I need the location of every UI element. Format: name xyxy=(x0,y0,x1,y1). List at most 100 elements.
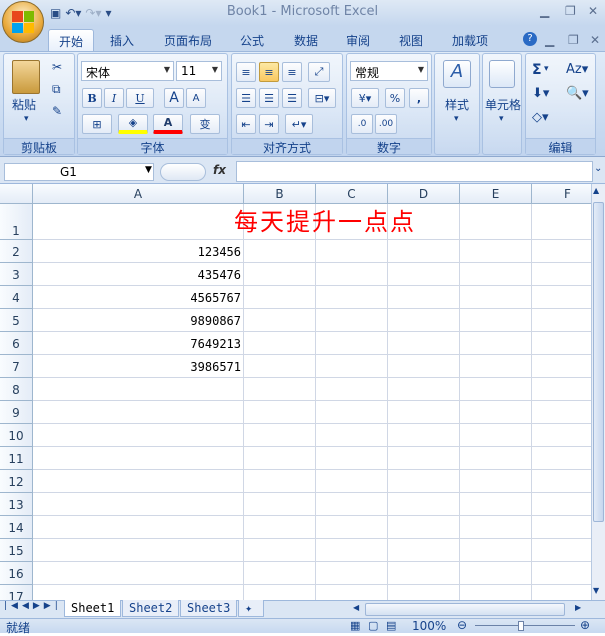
tab-view[interactable]: 视图 xyxy=(389,29,433,51)
row-header-2[interactable]: 2 xyxy=(0,240,33,263)
column-header-B[interactable]: B xyxy=(244,184,316,204)
column-header-E[interactable]: E xyxy=(460,184,532,204)
cell-A7[interactable]: 3986571 xyxy=(33,355,244,378)
horizontal-scroll-thumb[interactable] xyxy=(365,603,565,616)
restore-icon[interactable]: ❐ xyxy=(565,4,576,18)
row-header-7[interactable]: 7 xyxy=(0,355,33,378)
cut-icon[interactable]: ✂ xyxy=(52,60,62,74)
insert-sheet-icon[interactable]: ✦ xyxy=(238,600,264,617)
sort-filter-icon[interactable]: Az▾ xyxy=(566,62,588,77)
close-icon[interactable]: ✕ xyxy=(588,4,598,18)
formula-input[interactable] xyxy=(236,161,593,182)
font-color-button[interactable]: A xyxy=(153,114,183,134)
column-header-A[interactable]: A xyxy=(33,184,244,204)
cells-button[interactable]: 单元格 xyxy=(483,96,523,113)
zoom-slider[interactable] xyxy=(475,625,575,626)
decrease-decimal-icon[interactable]: .00 xyxy=(375,114,397,134)
currency-icon[interactable]: ¥▾ xyxy=(351,88,379,108)
row-header-15[interactable]: 15 xyxy=(0,539,33,562)
font-name-combo[interactable]: 宋体 ▼ xyxy=(81,61,174,81)
cells-dropdown-icon[interactable]: ▾ xyxy=(499,114,504,124)
view-normal-icon[interactable]: ▦ xyxy=(350,619,360,632)
align-left-icon[interactable]: ☰ xyxy=(236,88,256,108)
row-header-11[interactable]: 11 xyxy=(0,447,33,470)
decrease-indent-icon[interactable]: ⇤ xyxy=(236,114,256,134)
minimize-icon[interactable]: ▁ xyxy=(540,4,549,18)
name-box[interactable]: G1 xyxy=(4,163,154,181)
row-header-16[interactable]: 16 xyxy=(0,562,33,585)
tab-addins[interactable]: 加载项 xyxy=(442,29,498,51)
wrap-text-icon[interactable]: ↵▾ xyxy=(285,114,313,134)
cell-A6[interactable]: 7649213 xyxy=(33,332,244,355)
zoom-out-icon[interactable]: ⊖ xyxy=(457,618,467,632)
align-bottom-icon[interactable]: ≡ xyxy=(282,62,302,82)
grow-font-button[interactable]: A xyxy=(164,88,184,108)
vertical-scroll-thumb[interactable] xyxy=(593,202,604,522)
row-header-5[interactable]: 5 xyxy=(0,309,33,332)
office-button[interactable] xyxy=(2,1,44,43)
cells-icon[interactable] xyxy=(489,60,515,88)
font-size-combo[interactable]: 11 ▼ xyxy=(176,61,222,81)
scroll-up-icon[interactable]: ▲ xyxy=(593,186,599,195)
align-right-icon[interactable]: ☰ xyxy=(282,88,302,108)
number-format-combo[interactable]: 常规 ▼ xyxy=(350,61,428,81)
merge-center-icon[interactable]: ⊟▾ xyxy=(308,88,336,108)
expand-formula-icon[interactable]: ⌄ xyxy=(594,163,602,174)
sheet-tab-2[interactable]: Sheet2 xyxy=(122,600,180,617)
comma-button[interactable]: , xyxy=(409,88,429,108)
name-box-dropdown-icon[interactable]: ▼ xyxy=(145,165,152,175)
cell-A3[interactable]: 435476 xyxy=(33,263,244,286)
row-header-13[interactable]: 13 xyxy=(0,493,33,516)
insert-function-button[interactable]: fx xyxy=(213,163,226,177)
row-header-1[interactable]: 1 xyxy=(0,204,33,240)
cell-A4[interactable]: 4565767 xyxy=(33,286,244,309)
styles-button[interactable]: 样式 xyxy=(445,96,469,113)
row-header-12[interactable]: 12 xyxy=(0,470,33,493)
help-icon[interactable]: ? xyxy=(523,32,537,46)
worksheet-grid[interactable]: A B C D E F 1 2 3 4 5 6 7 8 9 10 11 12 1… xyxy=(0,184,591,600)
zoom-slider-thumb[interactable] xyxy=(518,621,524,631)
column-header-C[interactable]: C xyxy=(316,184,388,204)
scroll-down-icon[interactable]: ▼ xyxy=(593,586,599,595)
cell-A5[interactable]: 9890867 xyxy=(33,309,244,332)
ribbon-close-icon[interactable]: ✕ xyxy=(590,33,600,47)
view-page-break-icon[interactable]: ▤ xyxy=(386,619,396,632)
cell-A2[interactable]: 123456 xyxy=(33,240,244,263)
paste-icon[interactable] xyxy=(12,60,40,94)
zoom-in-icon[interactable]: ⊕ xyxy=(580,618,590,632)
italic-button[interactable]: I xyxy=(104,88,124,108)
row-header-8[interactable]: 8 xyxy=(0,378,33,401)
scroll-left-icon[interactable]: ◀ xyxy=(353,603,359,612)
row-header-3[interactable]: 3 xyxy=(0,263,33,286)
cell-A1[interactable]: 每天提升一点点 xyxy=(180,204,470,240)
formula-bar-resize-handle[interactable] xyxy=(160,163,206,181)
ribbon-minimize-icon[interactable]: ▁ xyxy=(545,33,554,47)
shrink-font-button[interactable]: A xyxy=(186,88,206,108)
tab-formulas[interactable]: 公式 xyxy=(230,29,274,51)
fill-icon[interactable]: ⬇▾ xyxy=(532,86,549,101)
row-header-9[interactable]: 9 xyxy=(0,401,33,424)
clear-icon[interactable]: ◇▾ xyxy=(532,110,549,125)
fill-color-icon[interactable]: ◈ xyxy=(118,114,148,134)
align-center-icon[interactable]: ☰ xyxy=(259,88,279,108)
find-select-icon[interactable]: 🔍▾ xyxy=(566,86,589,101)
phonetic-button[interactable]: 变 xyxy=(190,114,220,134)
paste-button[interactable]: 粘贴 xyxy=(12,96,36,113)
ribbon-restore-icon[interactable]: ❐ xyxy=(568,33,579,47)
align-top-icon[interactable]: ≡ xyxy=(236,62,256,82)
row-header-4[interactable]: 4 xyxy=(0,286,33,309)
styles-icon[interactable]: A xyxy=(443,60,471,88)
sheet-nav-icon[interactable]: |◀◀▶▶| xyxy=(4,601,62,611)
align-middle-icon[interactable]: ≡ xyxy=(259,62,279,82)
increase-indent-icon[interactable]: ⇥ xyxy=(259,114,279,134)
styles-dropdown-icon[interactable]: ▾ xyxy=(454,114,459,124)
row-header-6[interactable]: 6 xyxy=(0,332,33,355)
scroll-right-icon[interactable]: ▶ xyxy=(575,603,581,612)
select-all-corner[interactable] xyxy=(0,184,33,204)
row-header-14[interactable]: 14 xyxy=(0,516,33,539)
increase-decimal-icon[interactable]: .0 xyxy=(351,114,373,134)
tab-home[interactable]: 开始 xyxy=(48,29,95,51)
row-header-10[interactable]: 10 xyxy=(0,424,33,447)
tab-page-layout[interactable]: 页面布局 xyxy=(154,29,222,51)
tab-insert[interactable]: 插入 xyxy=(100,29,144,51)
